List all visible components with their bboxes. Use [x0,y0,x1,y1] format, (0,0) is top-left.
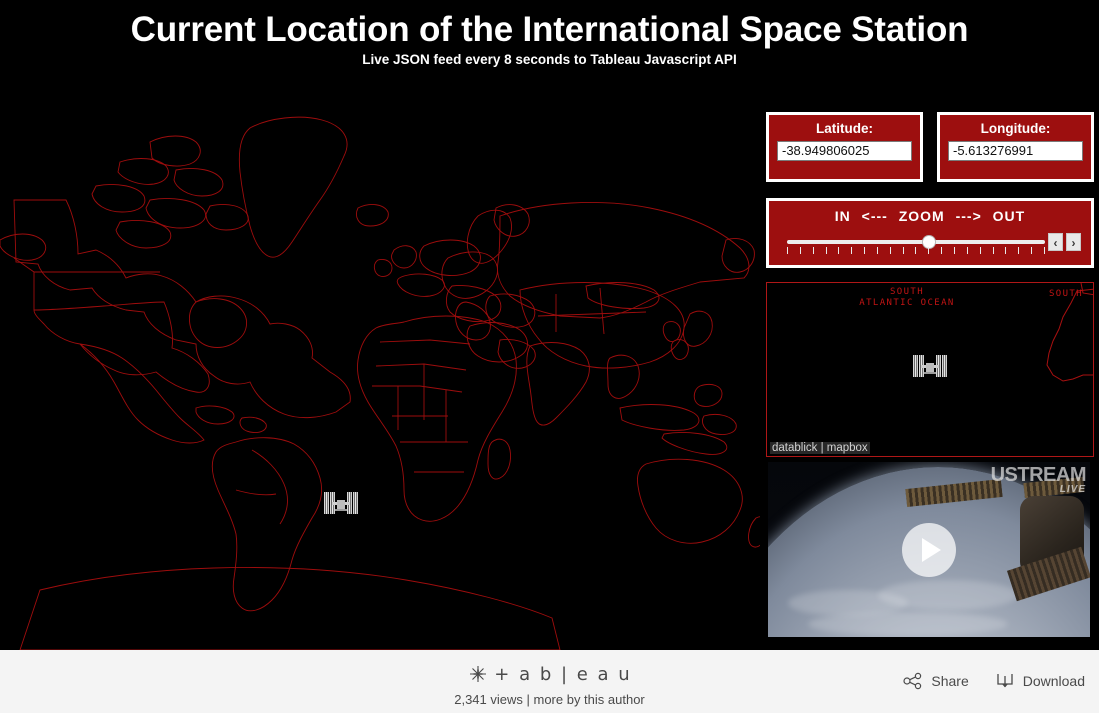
download-button-label: Download [1022,673,1085,689]
tick [889,247,891,254]
ustream-watermark-text: USTREAM [990,464,1087,486]
latitude-label: Latitude: [816,121,873,136]
latitude-value[interactable]: -38.949806025 [777,141,912,161]
main-world-map[interactable]: data + science = transforming data to in… [0,90,760,650]
inset-ocean-label-line1: SOUTH [889,287,925,297]
tick [953,247,955,254]
video-cloud [808,612,1008,636]
iss-module-body [926,363,934,372]
inset-region-label-text: SOUTH [1048,289,1084,299]
iss-position-marker[interactable] [324,492,358,518]
iss-solar-panel-left [324,492,329,514]
download-button[interactable]: Download [995,672,1085,690]
zoom-out-label: OUT [992,208,1026,224]
iss-solar-panel-left [913,355,918,377]
tick [825,247,827,254]
iss-module-body [337,500,345,509]
page-subtitle: Live JSON feed every 8 seconds to Tablea… [362,52,737,67]
inset-iss-marker [913,355,947,381]
tick [992,247,994,254]
zoom-slider[interactable]: ‹ › [779,233,1081,262]
iss-radiator [924,372,936,374]
tableau-logo-text: + a b | e a u [494,663,632,685]
video-play-button[interactable] [902,522,956,577]
zoom-slider-ticks [787,247,1045,254]
play-icon [921,537,941,562]
tick [799,247,801,254]
tick [1031,247,1033,254]
inset-detail-map[interactable]: SOUTH ATLANTIC OCEAN SOUTH datablick | m… [766,282,1094,457]
tableau-flower-icon [470,666,487,682]
tick [787,247,788,254]
world-map-vector [0,116,760,650]
ustream-watermark: USTREAM LIVE [990,464,1087,495]
iss-solar-panel-right2 [942,355,947,377]
tick [876,247,878,254]
zoom-right-arrow: ---> [955,208,982,224]
dashboard-header: Current Location of the International Sp… [0,0,1099,90]
tick [864,247,866,254]
tick [838,247,840,254]
zoom-left-arrow: <--- [861,208,888,224]
share-button-label: Share [931,673,969,689]
views-count-text[interactable]: 2,341 views | more by this author [0,692,1099,707]
zoom-word-label: ZOOM [898,208,945,224]
video-cloud [878,580,1018,610]
zoom-next-button[interactable]: › [1066,233,1081,251]
longitude-value[interactable]: -5.613276991 [948,141,1083,161]
download-icon [997,674,1013,688]
zoom-nav-buttons: ‹ › [1048,233,1081,251]
longitude-label: Longitude: [980,121,1051,136]
iss-live-video-player[interactable]: USTREAM LIVE [768,462,1090,637]
tick [941,247,943,254]
inset-map-attribution[interactable]: datablick | mapbox [770,442,870,454]
iss-solar-panel-right2 [353,492,358,514]
zoom-slider-track[interactable] [787,240,1045,244]
tableau-footer: + a b | e a u 2,341 views | more by this… [0,650,1099,713]
tick [851,247,853,254]
iss-tracker-dashboard: Current Location of the International Sp… [0,0,1099,713]
zoom-control-label: IN <--- ZOOM ---> OUT [779,208,1081,224]
longitude-panel: Longitude: -5.613276991 [937,112,1094,182]
footer-actions: Share Download [903,672,1085,690]
iss-radiator [335,509,347,511]
inset-ocean-label: SOUTH ATLANTIC OCEAN [827,287,987,309]
tick [902,247,904,254]
share-icon [903,672,922,690]
zoom-in-label: IN [834,208,851,224]
right-panel-column: Latitude: -38.949806025 Longitude: -5.61… [760,90,1099,650]
tick [1043,247,1045,254]
inset-ocean-label-line2: ATLANTIC OCEAN [859,298,955,308]
tick [1018,247,1020,254]
tick [966,247,968,254]
zoom-control-panel: IN <--- ZOOM ---> OUT ‹ › [766,198,1094,268]
page-title: Current Location of the International Sp… [130,10,969,49]
inset-region-label: SOUTH [1041,289,1091,300]
coordinate-readouts: Latitude: -38.949806025 Longitude: -5.61… [766,112,1094,182]
tick [979,247,981,254]
tick [915,247,917,254]
zoom-prev-button[interactable]: ‹ [1048,233,1063,251]
share-button[interactable]: Share [903,672,969,690]
tick [1005,247,1007,254]
tick [928,247,930,254]
latitude-panel: Latitude: -38.949806025 [766,112,923,182]
tick [812,247,814,254]
